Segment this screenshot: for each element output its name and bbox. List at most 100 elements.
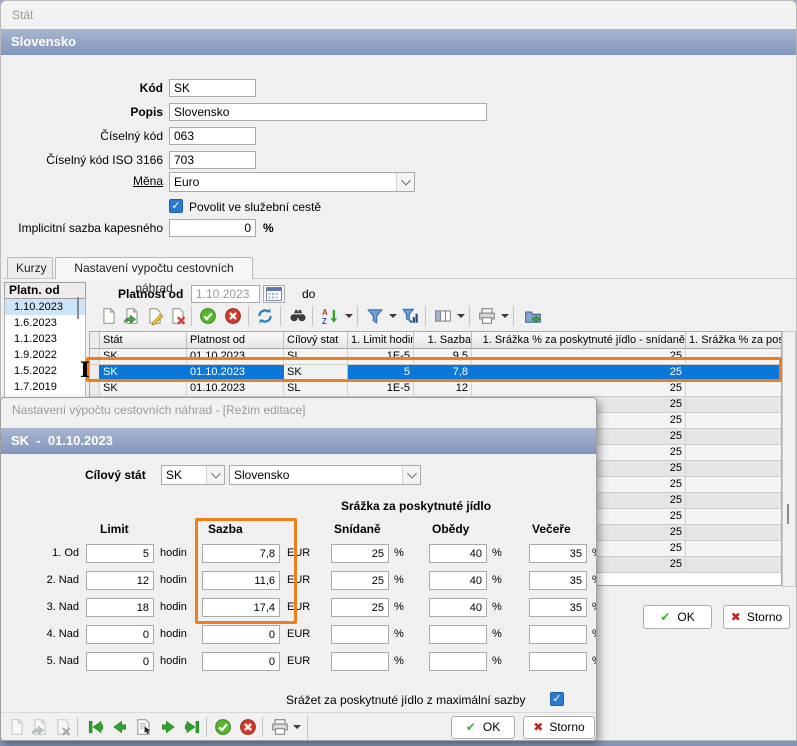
obedy-input[interactable]	[429, 598, 487, 617]
col-sazba[interactable]: 1. Sazba	[414, 332, 472, 348]
nav-prev-icon[interactable]	[109, 716, 131, 738]
vecere-input[interactable]	[529, 625, 587, 644]
filter-dropdown-chevron-icon[interactable]	[389, 314, 397, 318]
vecere-input[interactable]	[529, 571, 587, 590]
sazba-input[interactable]	[202, 598, 280, 617]
obedy-input[interactable]	[429, 652, 487, 671]
ok-button[interactable]: ✔OK	[643, 605, 712, 629]
snidane-input[interactable]	[331, 625, 389, 644]
print-dropdown-chevron-icon[interactable]	[293, 725, 301, 729]
mena-label[interactable]: Měna	[1, 172, 163, 190]
col-srazka-snidane[interactable]: 1. Srážka % za poskytnuté jídlo - snídan…	[472, 332, 686, 348]
col-platnost-od[interactable]: Platnost od	[187, 332, 284, 348]
cancel-icon[interactable]	[237, 716, 259, 738]
snidane-input[interactable]	[331, 598, 389, 617]
table-scrollbar-thumb[interactable]	[787, 504, 789, 524]
dialog-storno-button[interactable]: ✖Storno	[523, 716, 595, 739]
povolit-checkbox[interactable]: ✓	[169, 199, 183, 213]
cilovy-code-dropdown-button[interactable]	[206, 466, 224, 484]
check-icon: ✔	[660, 610, 670, 624]
col-srazka-next[interactable]: 1. Srážka % za pos	[686, 332, 781, 348]
snidane-input[interactable]	[331, 652, 389, 671]
kod-input[interactable]	[169, 79, 256, 97]
list-item[interactable]: 1.7.2019	[5, 379, 85, 395]
popis-input[interactable]	[169, 103, 487, 121]
limit-input[interactable]	[86, 598, 154, 617]
print-icon[interactable]	[269, 716, 291, 738]
vecere-input[interactable]	[529, 652, 587, 671]
search-icon[interactable]	[287, 305, 309, 327]
dialog-ok-button[interactable]: ✔OK	[451, 716, 515, 739]
new-record-icon[interactable]	[98, 305, 120, 327]
platnost-od-input[interactable]	[191, 285, 260, 303]
copy-record-icon[interactable]	[29, 716, 51, 738]
sort-dropdown-chevron-icon[interactable]	[345, 314, 353, 318]
povolit-label: Povolit ve služební cestě	[189, 198, 321, 216]
nav-current-icon[interactable]	[133, 716, 155, 738]
refresh-icon[interactable]	[254, 305, 276, 327]
vecere-input[interactable]	[529, 544, 587, 563]
obedy-input[interactable]	[429, 571, 487, 590]
snidane-input[interactable]	[331, 571, 389, 590]
srazet-max-checkbox[interactable]: ✓	[550, 692, 564, 706]
table-scrollbar[interactable]	[782, 331, 796, 587]
cilovy-name-dropdown-button[interactable]	[402, 466, 420, 484]
columns-icon[interactable]	[432, 305, 454, 327]
col-limit-hodin[interactable]: 1. Limit hodin	[348, 332, 414, 348]
cancel-icon[interactable]	[222, 305, 244, 327]
limit-input[interactable]	[86, 544, 154, 563]
filter-icon[interactable]	[364, 305, 386, 327]
storno-button[interactable]: ✖Storno	[723, 605, 790, 629]
table-row[interactable]: SK 01.10.2023 SK 5 7,8 25	[90, 365, 781, 381]
list-item[interactable]: 1.5.2022	[5, 363, 85, 379]
cilovy-stat-name-combobox[interactable]: Slovensko	[229, 465, 421, 485]
obedy-input[interactable]	[429, 544, 487, 563]
col-stat[interactable]: Stát	[100, 332, 187, 348]
print-icon[interactable]	[476, 305, 498, 327]
list-item[interactable]: 1.1.2023	[5, 331, 85, 347]
confirm-icon[interactable]	[197, 305, 219, 327]
columns-dropdown-chevron-icon[interactable]	[457, 314, 465, 318]
table-row[interactable]: SK 01.10.2023 SI 1E-5 9,5 25	[90, 349, 781, 365]
col-cilovy-stat[interactable]: Cílový stat	[284, 332, 348, 348]
sazba-input[interactable]	[202, 652, 280, 671]
copy-record-icon[interactable]	[121, 305, 143, 327]
snidane-input[interactable]	[331, 544, 389, 563]
table-row[interactable]: SK 01.10.2023 SL 1E-5 12 25	[90, 381, 781, 397]
obedy-input[interactable]	[429, 625, 487, 644]
sazba-column-header: Sazba	[208, 522, 243, 536]
print-dropdown-chevron-icon[interactable]	[501, 314, 509, 318]
limit-input[interactable]	[86, 571, 154, 590]
sazba-input[interactable]	[202, 571, 280, 590]
nav-last-icon[interactable]	[181, 716, 203, 738]
kapesne-input[interactable]	[169, 219, 256, 237]
iso-kod-input[interactable]	[169, 151, 256, 169]
ciselny-kod-input[interactable]	[169, 127, 256, 145]
delete-record-icon[interactable]	[167, 305, 189, 327]
sort-az-icon[interactable]: AZ	[320, 305, 342, 327]
nav-next-icon[interactable]	[157, 716, 179, 738]
list-item[interactable]: 1.9.2022	[5, 347, 85, 363]
dialog-title: Nastavení výpočtu cestovních náhrad - [R…	[12, 403, 305, 417]
delete-record-icon[interactable]	[52, 716, 74, 738]
limit-input[interactable]	[86, 625, 154, 644]
filter-stats-icon[interactable]	[400, 305, 422, 327]
limit-rows: 1. Od hodin EUR % % % 2. Nad hodin EUR %	[1, 544, 596, 679]
nav-first-icon[interactable]	[85, 716, 107, 738]
edit-record-icon[interactable]	[144, 305, 166, 327]
cilovy-stat-code-combobox[interactable]: SK	[161, 465, 225, 485]
vecere-input[interactable]	[529, 598, 587, 617]
cross-icon: ✖	[731, 610, 741, 624]
new-record-icon[interactable]	[6, 716, 28, 738]
sazba-input[interactable]	[202, 625, 280, 644]
tab-kurzy[interactable]: Kurzy	[7, 257, 53, 278]
sazba-input[interactable]	[202, 544, 280, 563]
tab-nastaveni-nahrad[interactable]: Nastavení vypočtu cestovních náhrad	[55, 257, 253, 279]
calendar-button[interactable]	[263, 285, 285, 303]
export-icon[interactable]	[522, 305, 544, 327]
mena-combobox[interactable]: Euro	[169, 172, 415, 192]
confirm-icon[interactable]	[212, 716, 234, 738]
limit-input[interactable]	[86, 652, 154, 671]
mena-dropdown-button[interactable]	[396, 173, 414, 191]
chevron-down-icon	[401, 176, 411, 186]
